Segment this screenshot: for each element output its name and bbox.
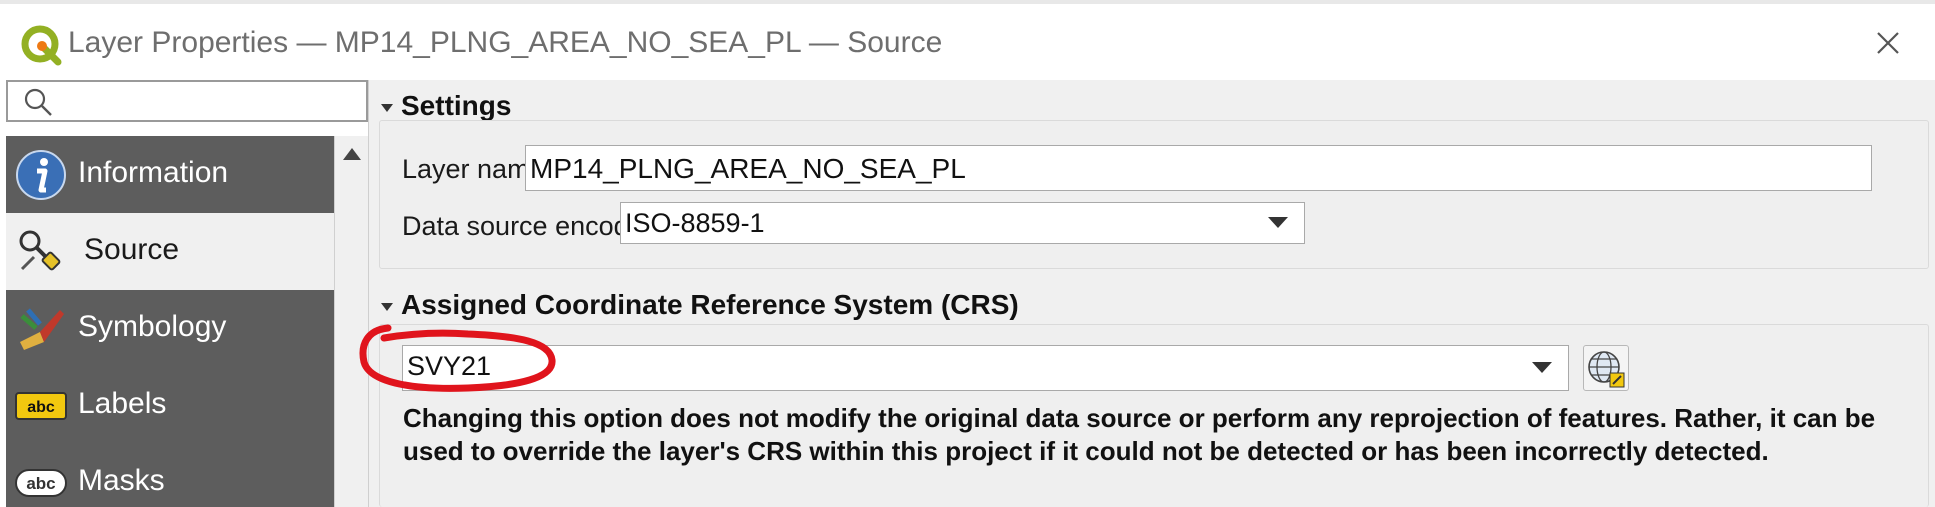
crs-override-note: Changing this option does not modify the…: [403, 403, 1876, 466]
crs-combo[interactable]: SVY21: [402, 345, 1569, 391]
search-input[interactable]: [64, 86, 360, 116]
sidebar-item-label: Masks: [78, 464, 165, 497]
layer-name-label: Layer name: [402, 154, 545, 184]
source-tools-icon: [19, 230, 61, 271]
crs-value: SVY21: [407, 351, 492, 381]
sidebar-item-label: Symbology: [78, 310, 227, 343]
svg-text:abc: abc: [26, 474, 55, 493]
sidebar: Information Source Symbology abc Labels …: [6, 136, 334, 507]
search-box[interactable]: [6, 80, 368, 122]
sidebar-item-masks[interactable]: abc Masks: [6, 444, 334, 507]
collapse-triangle-icon: [381, 104, 393, 112]
select-crs-button[interactable]: [1583, 345, 1629, 391]
sidebar-item-symbology[interactable]: Symbology: [6, 290, 334, 367]
symbology-brush-icon: [20, 308, 64, 350]
sidebar-item-information[interactable]: Information: [6, 136, 334, 213]
collapse-triangle-icon: [381, 303, 393, 311]
sidebar-item-label: Information: [78, 156, 229, 189]
svg-text:abc: abc: [27, 399, 55, 416]
qgis-logo-icon: [21, 25, 62, 66]
sidebar-item-label: Source: [84, 233, 180, 266]
crs-globe-icon: [1588, 351, 1625, 388]
settings-heading: Settings: [401, 90, 512, 121]
sidebar-item-label: Labels: [78, 387, 167, 420]
sidebar-scrollbar[interactable]: [334, 136, 368, 507]
title-bar: Layer Properties — MP14_PLNG_AREA_NO_SEA…: [0, 0, 1935, 80]
crs-heading: Assigned Coordinate Reference System (CR…: [401, 289, 1019, 320]
close-icon[interactable]: [1871, 26, 1905, 60]
layer-name-field[interactable]: MP14_PLNG_AREA_NO_SEA_PL: [525, 145, 1872, 191]
encoding-combo[interactable]: ISO-8859-1: [620, 202, 1305, 244]
chevron-down-icon: [1268, 217, 1288, 228]
main-panel: Settings Layer name MP14_PLNG_AREA_NO_SE…: [368, 80, 1935, 507]
chevron-down-icon: [1532, 362, 1552, 373]
encoding-value: ISO-8859-1: [625, 208, 765, 238]
masks-abc-icon: abc: [15, 469, 67, 497]
sidebar-item-source[interactable]: Source: [6, 213, 334, 290]
window-title: Layer Properties — MP14_PLNG_AREA_NO_SEA…: [68, 26, 943, 59]
scroll-up-arrow-icon[interactable]: [343, 148, 361, 160]
labels-abc-icon: abc: [15, 392, 67, 420]
sidebar-item-labels[interactable]: abc Labels: [6, 367, 334, 444]
search-icon: [24, 88, 52, 116]
information-icon: [16, 150, 66, 200]
settings-group: Layer name MP14_PLNG_AREA_NO_SEA_PL Data…: [379, 120, 1929, 269]
